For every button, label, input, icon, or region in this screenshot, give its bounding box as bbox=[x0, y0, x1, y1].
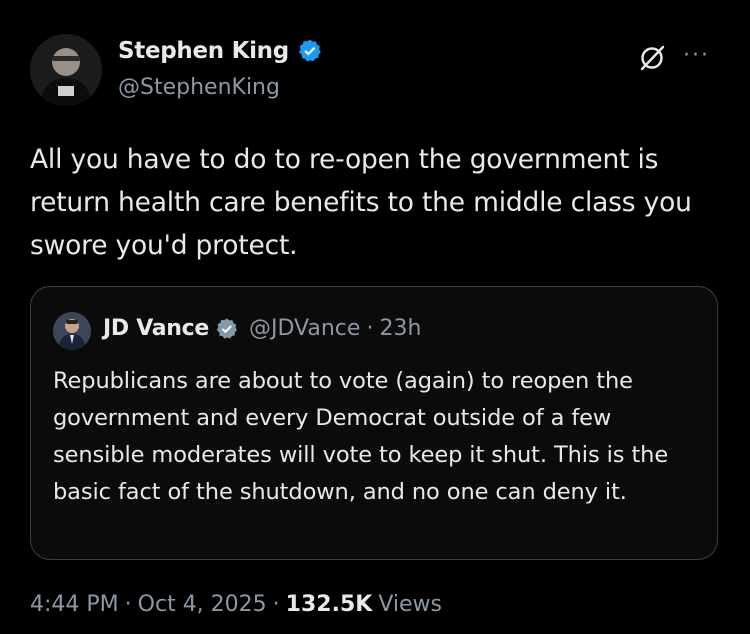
quoted-timestamp[interactable]: 23h bbox=[379, 316, 421, 341]
quoted-tweet-card[interactable]: JD Vance @JDVance · 23h Republicans are … bbox=[30, 286, 718, 560]
author-display-name[interactable]: Stephen King bbox=[118, 38, 289, 64]
quoted-handle[interactable]: @JDVance bbox=[249, 316, 360, 341]
quoted-separator: · bbox=[366, 316, 374, 341]
views-label: Views bbox=[378, 592, 442, 617]
author-name-row: Stephen King bbox=[118, 38, 323, 64]
more-icon[interactable]: ··· bbox=[683, 45, 713, 67]
quoted-display-name[interactable]: JD Vance bbox=[103, 316, 209, 341]
tweet: Stephen King @StephenKing ··· All you ha… bbox=[0, 0, 750, 634]
author-handle[interactable]: @StephenKing bbox=[118, 75, 280, 100]
quoted-gray-verified-icon bbox=[216, 318, 237, 339]
meta-separator: · bbox=[124, 592, 132, 617]
views-count: 132.5K bbox=[285, 592, 373, 617]
tweet-text: All you have to do to re-open the govern… bbox=[30, 144, 692, 261]
quoted-author-avatar[interactable] bbox=[53, 312, 91, 350]
author-avatar[interactable] bbox=[30, 34, 102, 106]
verified-badge-icon bbox=[298, 39, 321, 62]
quoted-avatar-image bbox=[53, 312, 91, 350]
grok-icon[interactable] bbox=[638, 44, 666, 72]
quoted-tweet-text: Republicans are about to vote (again) to… bbox=[53, 368, 669, 505]
quoted-header: JD Vance @JDVance · 23h bbox=[103, 316, 421, 341]
avatar-image bbox=[30, 34, 102, 106]
tweet-meta: 4:44 PM · Oct 4, 2025 · 132.5K Views bbox=[30, 592, 442, 617]
tweet-time[interactable]: 4:44 PM bbox=[30, 592, 119, 617]
meta-separator: · bbox=[272, 592, 280, 617]
tweet-date[interactable]: Oct 4, 2025 bbox=[138, 592, 267, 617]
